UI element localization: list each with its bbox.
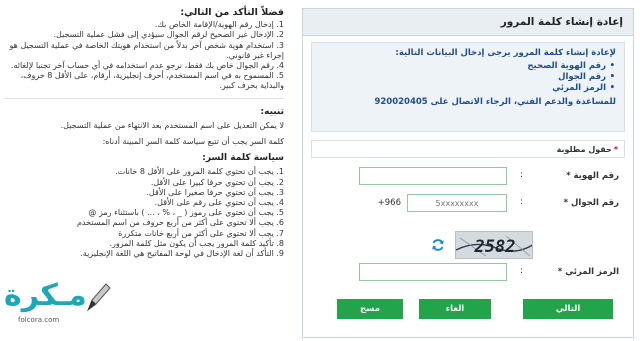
info-item: رقم الهوية الصحيح	[320, 61, 615, 72]
support-contact: للمساعدة والدعم الفني، الرجاء الاتصال عل…	[374, 97, 616, 107]
info-item: رقم الجوال	[320, 72, 615, 83]
policy-item: 6. يجب ألا تحتوي على أكثر من أربع حروف م…	[76, 218, 284, 228]
cancel-button[interactable]: الغاء	[419, 299, 491, 319]
captcha-label: الرمز المرئي *	[557, 267, 619, 277]
separator: :	[519, 266, 523, 276]
policy-item: 3. يجب أن تحتوي حرفا صغيرا على الأقل.	[146, 187, 284, 197]
mobile-input[interactable]	[407, 194, 507, 212]
password-note: كلمة السر يجب أن تتبع سياسة كلمة السر ال…	[102, 137, 284, 147]
instructions-list: 1. إدخال رقم الهوية/الإقامة الخاص بك. 2.…	[4, 20, 284, 91]
notice-text: لا يمكن التعديل على اسم المستخدم بعد الا…	[60, 120, 284, 130]
info-intro: لإعادة إنشاء كلمة المرور يرجى إدخال البي…	[395, 48, 616, 58]
id-number-label: رقم الهوية *	[566, 171, 619, 181]
instructions-title: فضلاً التأكد من التالي:	[180, 7, 284, 18]
policy-list: 1. يجب أن تحتوي كلمة المرور على الأقل 8 …	[4, 167, 284, 259]
captcha-input[interactable]	[359, 263, 507, 281]
id-number-input[interactable]	[359, 167, 507, 185]
notice-title: تنبيه:	[260, 106, 284, 117]
captcha-noise: 2582	[456, 232, 532, 258]
reset-password-form: إعادة إنشاء كلمة المرور لإعادة إنشاء كلم…	[302, 8, 634, 338]
instruction-item: 2. الإدخال غير الصحيح لرقم الجوال سيؤدي …	[53, 30, 284, 40]
info-item: الرمز المرئي	[320, 83, 615, 94]
divider	[4, 97, 284, 99]
form-title: إعادة إنشاء كلمة المرور	[500, 16, 623, 28]
captcha-text: 2582	[474, 237, 516, 257]
policy-item: 5. يجب أن تحتوي على رموز ( _ ، % ، ... )…	[88, 208, 284, 218]
info-box: لإعادة إنشاء كلمة المرور يرجى إدخال البي…	[311, 42, 625, 132]
policy-item: 2. يجب أن تحتوي حرفا كبيرا على الأقل.	[150, 177, 284, 187]
captcha-image: 2582	[455, 231, 533, 259]
policy-item: 8. تأكيد كلمة المرور يجب أن يكون مثل كلم…	[109, 238, 285, 248]
info-list: رقم الهوية الصحيح رقم الجوال الرمز المرئ…	[320, 61, 616, 94]
next-button[interactable]: التالي	[523, 299, 613, 319]
instruction-item: 3. استخدام هوية شخص آخر بدلاً من استخدام…	[9, 40, 284, 60]
clear-button[interactable]: مسح	[337, 299, 403, 319]
form-header: إعادة إنشاء كلمة المرور	[303, 9, 633, 36]
pen-icon	[86, 283, 111, 312]
instruction-item: 1. إدخال رقم الهوية/الإقامة الخاص بك.	[154, 20, 284, 30]
watermark-logo: مـكرة folcora.com	[4, 278, 116, 334]
watermark-url: folcora.com	[18, 316, 60, 324]
required-fields-note: * حقول مطلوبة	[311, 140, 625, 158]
country-code-prefix: +966	[377, 198, 401, 208]
separator: :	[519, 170, 523, 180]
refresh-icon[interactable]	[431, 238, 445, 252]
mobile-label: رقم الجوال *	[563, 198, 619, 208]
policy-title: سياسة كلمة السر:	[202, 153, 284, 164]
policy-item: 4. يجب أن تحتوي على رقم على الأقل.	[154, 198, 284, 208]
policy-item: 7. يجب ألا تحتوي على أكثر من أربع خانات …	[118, 228, 284, 238]
required-star: *	[613, 144, 618, 154]
instruction-item: 4. رقم الجوال خاص بك فقط، نرجو عدم استخد…	[10, 61, 284, 71]
separator: :	[519, 197, 523, 207]
required-label: حقول مطلوبة	[556, 144, 612, 154]
watermark-text: مـكرة	[4, 278, 88, 313]
policy-item: 1. يجب أن تحتوي كلمة المرور على الأقل 8 …	[115, 167, 284, 177]
policy-item: 9. التأكد أن لغة الإدخال في لوحة المفاتي…	[80, 249, 284, 259]
instruction-item: 5. المسموح به في اسم المستخدم، أحرف إنجل…	[20, 71, 284, 91]
